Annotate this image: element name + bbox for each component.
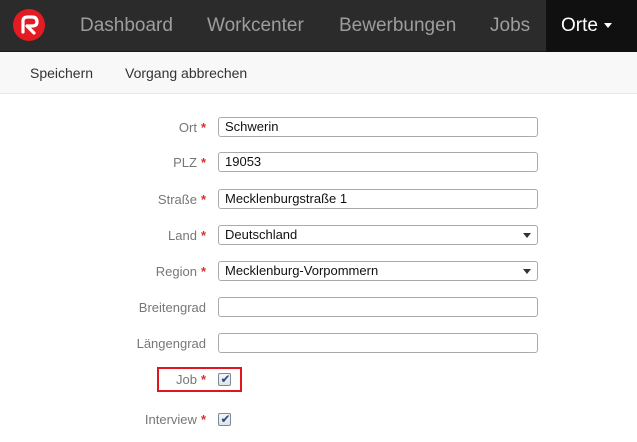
dropdown-arrow-icon	[523, 269, 531, 274]
nav-workcenter[interactable]: Workcenter	[207, 0, 304, 52]
top-navbar: Dashboard Workcenter Bewerbungen Jobs Or…	[0, 0, 637, 52]
brand-logo-icon[interactable]	[13, 9, 45, 41]
highlight-annotation	[157, 367, 242, 392]
checkmark-icon: ✔	[220, 412, 231, 426]
laengengrad-label-text: Längengrad	[136, 336, 206, 351]
interview-checkbox[interactable]: ✔	[218, 412, 231, 426]
ort-input[interactable]: Schwerin	[218, 117, 538, 137]
breitengrad-row: Breitengrad	[0, 297, 637, 319]
nav-dashboard[interactable]: Dashboard	[80, 0, 173, 52]
interview-label: Interview *	[145, 409, 206, 431]
plz-row: PLZ * 19053	[0, 152, 637, 174]
laengengrad-input[interactable]	[218, 333, 538, 353]
strasse-row: Straße * Mecklenburgstraße 1	[0, 189, 637, 211]
required-marker: *	[200, 412, 206, 427]
nav-orte-dropdown[interactable]: Orte	[546, 0, 637, 52]
laengengrad-label: Längengrad	[137, 333, 206, 355]
plz-label-text: PLZ	[173, 155, 197, 170]
nav-orte-label: Orte	[561, 15, 598, 36]
plz-label: PLZ *	[173, 152, 206, 174]
required-marker: *	[200, 228, 206, 243]
required-marker: *	[200, 120, 206, 135]
cancel-button[interactable]: Vorgang abbrechen	[125, 52, 247, 94]
required-marker: *	[200, 192, 206, 207]
caret-down-icon	[603, 23, 612, 29]
breitengrad-label: Breitengrad	[139, 297, 206, 319]
breitengrad-label-text: Breitengrad	[138, 300, 206, 315]
save-button[interactable]: Speichern	[30, 52, 93, 94]
ort-row: Ort * Schwerin	[0, 117, 637, 139]
plz-input[interactable]: 19053	[218, 152, 538, 172]
ort-label-text: Ort	[178, 120, 197, 135]
region-row: Region * Mecklenburg-Vorpommern	[0, 261, 637, 283]
land-label: Land *	[168, 225, 206, 247]
land-label-text: Land	[168, 228, 197, 243]
strasse-label-text: Straße	[157, 192, 197, 207]
land-row: Land * Deutschland	[0, 225, 637, 247]
land-selected-value: Deutschland	[225, 227, 298, 242]
job-row: Job * ✔	[0, 369, 637, 391]
action-toolbar: Speichern Vorgang abbrechen	[0, 52, 637, 94]
laengengrad-row: Längengrad	[0, 333, 637, 355]
region-select[interactable]: Mecklenburg-Vorpommern	[218, 261, 538, 281]
required-marker: *	[200, 264, 206, 279]
dropdown-arrow-icon	[523, 233, 531, 238]
ort-label: Ort *	[179, 117, 206, 139]
interview-row: Interview * ✔	[0, 409, 637, 431]
nav-jobs[interactable]: Jobs	[490, 0, 530, 52]
breitengrad-input[interactable]	[218, 297, 538, 317]
strasse-label: Straße *	[158, 189, 206, 211]
interview-label-text: Interview	[144, 412, 197, 427]
region-selected-value: Mecklenburg-Vorpommern	[225, 263, 379, 278]
region-label-text: Region	[155, 264, 197, 279]
land-select[interactable]: Deutschland	[218, 225, 538, 245]
required-marker: *	[200, 155, 206, 170]
nav-bewerbungen[interactable]: Bewerbungen	[339, 0, 456, 52]
strasse-input[interactable]: Mecklenburgstraße 1	[218, 189, 538, 209]
region-label: Region *	[156, 261, 206, 283]
